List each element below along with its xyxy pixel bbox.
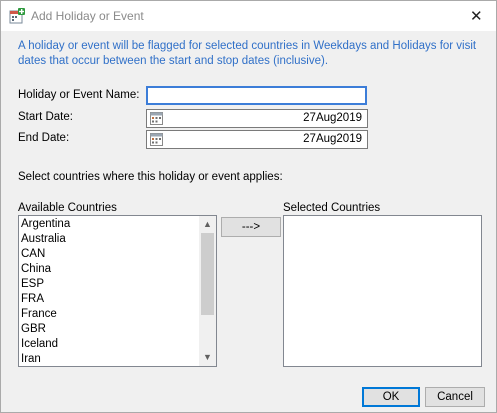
dialog-window: Add Holiday or Event ✕ A holiday or even…: [0, 0, 497, 413]
start-date-label: Start Date:: [18, 111, 73, 123]
list-item[interactable]: Australia: [21, 232, 70, 247]
scrollbar[interactable]: ▲ ▼: [199, 216, 216, 366]
close-button[interactable]: ✕: [456, 1, 496, 31]
start-date-value: 27Aug2019: [303, 112, 362, 124]
scroll-up-icon[interactable]: ▲: [199, 216, 216, 233]
list-item[interactable]: ESP: [21, 277, 70, 292]
add-country-button[interactable]: --->: [221, 217, 281, 237]
available-countries-list[interactable]: Argentina Australia CAN China ESP FRA Fr…: [18, 215, 217, 367]
info-text: A holiday or event will be flagged for s…: [18, 40, 477, 67]
add-calendar-icon: [9, 8, 25, 24]
list-item[interactable]: France: [21, 307, 70, 322]
list-item[interactable]: GBR: [21, 322, 70, 337]
close-icon[interactable]: ✕: [470, 7, 483, 25]
end-date-field[interactable]: 27Aug2019: [146, 130, 368, 149]
list-item[interactable]: CAN: [21, 247, 70, 262]
available-countries-label: Available Countries: [18, 202, 117, 214]
ok-button[interactable]: OK: [362, 387, 420, 407]
list-item[interactable]: Iran: [21, 352, 70, 367]
title-bar: Add Holiday or Event ✕: [1, 1, 496, 31]
event-name-input[interactable]: [146, 86, 367, 105]
list-item[interactable]: Argentina: [21, 217, 70, 232]
calendar-icon[interactable]: [150, 112, 163, 125]
start-date-field[interactable]: 27Aug2019: [146, 109, 368, 128]
event-name-label: Holiday or Event Name:: [18, 89, 140, 101]
window-title: Add Holiday or Event: [31, 9, 144, 23]
list-item[interactable]: China: [21, 262, 70, 277]
scroll-down-icon[interactable]: ▼: [199, 349, 216, 366]
cancel-button[interactable]: Cancel: [425, 387, 485, 407]
countries-prompt: Select countries where this holiday or e…: [18, 171, 283, 183]
calendar-icon[interactable]: [150, 133, 163, 146]
list-item[interactable]: FRA: [21, 292, 70, 307]
selected-countries-list[interactable]: [283, 215, 482, 367]
selected-countries-label: Selected Countries: [283, 202, 381, 214]
end-date-label: End Date:: [18, 132, 70, 144]
scrollbar-thumb[interactable]: [201, 233, 214, 315]
list-item[interactable]: Iceland: [21, 337, 70, 352]
end-date-value: 27Aug2019: [303, 133, 362, 145]
